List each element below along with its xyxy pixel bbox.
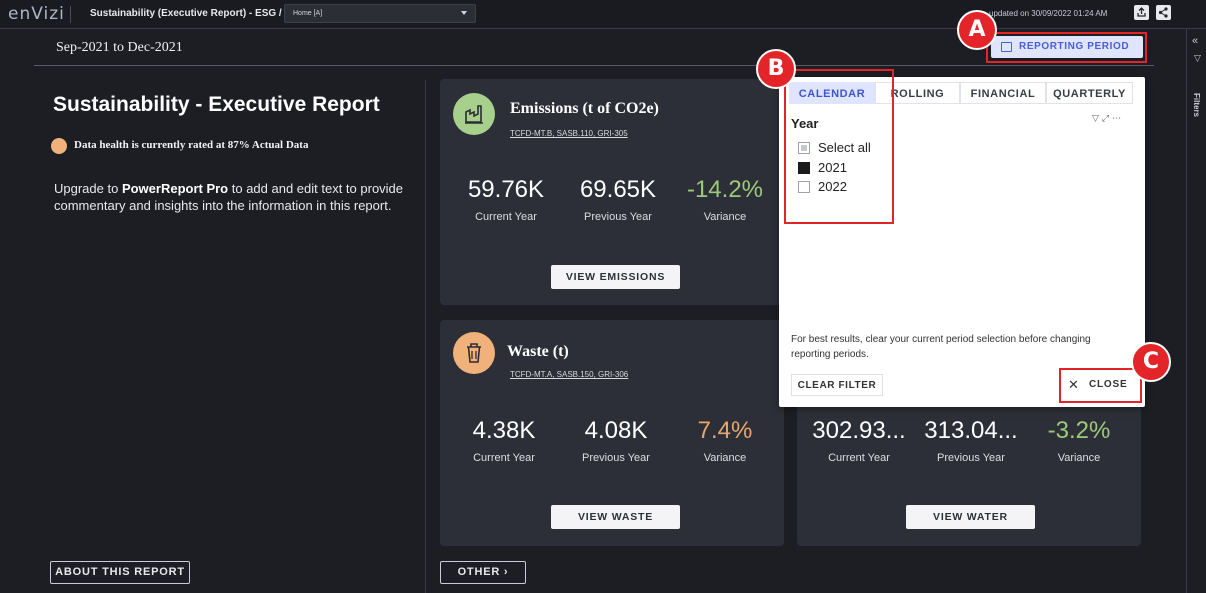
view-water-button[interactable]: VIEW WATER bbox=[906, 505, 1035, 529]
waste-variance: 7.4% bbox=[697, 417, 753, 444]
health-status-dot bbox=[51, 138, 67, 154]
export-icon[interactable] bbox=[1134, 5, 1149, 20]
collapse-icon[interactable]: « bbox=[1192, 35, 1198, 47]
emissions-title: Emissions (t of CO2e) bbox=[510, 100, 659, 117]
waste-standards[interactable]: TCFD-MT.A, SASB.150, GRI-306 bbox=[510, 370, 628, 379]
current-year-label: Current Year bbox=[473, 452, 535, 464]
filter-icon[interactable]: ▽ bbox=[1092, 113, 1102, 123]
visual-header-icons: ▽⤢⋯ bbox=[1092, 113, 1124, 124]
previous-year-label: Previous Year bbox=[584, 211, 652, 223]
water-previous: 313.04... bbox=[924, 417, 1018, 444]
annotation-marker-c: C bbox=[1131, 342, 1171, 382]
data-health-text: Data health is currently rated at 87% Ac… bbox=[74, 139, 309, 151]
period-range: Sep-2021 to Dec-2021 bbox=[56, 40, 183, 55]
view-emissions-button[interactable]: VIEW EMISSIONS bbox=[551, 265, 680, 289]
clear-filter-button[interactable]: CLEAR FILTER bbox=[791, 374, 883, 396]
filter-icon: ▽ bbox=[1194, 53, 1201, 63]
expand-icon[interactable]: ⤢ bbox=[1102, 113, 1112, 123]
emissions-current: 59.76K bbox=[467, 176, 545, 203]
previous-year-label: Previous Year bbox=[582, 452, 650, 464]
variance-label: Variance bbox=[1057, 452, 1101, 464]
annotation-marker-b: B bbox=[756, 49, 796, 89]
divider bbox=[425, 80, 426, 593]
top-bar: enVizi Sustainability (Executive Report)… bbox=[0, 0, 1206, 29]
filters-label: Filters bbox=[1192, 93, 1201, 118]
variance-label: Variance bbox=[703, 452, 747, 464]
period-hint-text: For best results, clear your current per… bbox=[791, 334, 1091, 360]
waste-card: Waste (t) TCFD-MT.A, SASB.150, GRI-306 4… bbox=[440, 320, 784, 546]
divider bbox=[34, 65, 1154, 66]
more-icon[interactable]: ⋯ bbox=[1112, 113, 1124, 123]
emissions-variance: -14.2% bbox=[686, 176, 764, 203]
trash-icon bbox=[453, 332, 495, 374]
filters-pane[interactable]: « ▽ Filters bbox=[1186, 29, 1206, 593]
emissions-standards[interactable]: TCFD-MT.B, SASB.110, GRI-305 bbox=[510, 129, 628, 138]
upgrade-text: Upgrade to PowerReport Pro to add and ed… bbox=[54, 181, 404, 213]
chevron-down-icon bbox=[461, 11, 467, 15]
page-select[interactable]: Home [A] bbox=[284, 4, 476, 23]
annotation-box-a bbox=[986, 32, 1147, 63]
divider bbox=[70, 6, 71, 23]
tab-financial[interactable]: FINANCIAL bbox=[960, 82, 1046, 104]
page-title: Sustainability - Executive Report bbox=[53, 93, 380, 116]
water-current: 302.93... bbox=[812, 417, 906, 444]
annotation-marker-a: A bbox=[957, 10, 997, 50]
envizi-logo[interactable]: enVizi bbox=[8, 4, 65, 24]
annotation-box-c bbox=[1059, 368, 1142, 403]
factory-icon bbox=[453, 93, 495, 135]
about-report-button[interactable]: ABOUT THIS REPORT bbox=[50, 561, 190, 584]
emissions-previous: 69.65K bbox=[579, 176, 657, 203]
powerreport-pro-link: PowerReport Pro bbox=[121, 181, 229, 196]
share-icon[interactable] bbox=[1156, 5, 1171, 20]
waste-current: 4.38K bbox=[472, 417, 536, 444]
previous-year-label: Previous Year bbox=[937, 452, 1005, 464]
variance-label: Variance bbox=[703, 211, 747, 223]
page-select-value: Home [A] bbox=[293, 10, 323, 17]
waste-title: Waste (t) bbox=[507, 343, 569, 360]
waste-previous: 4.08K bbox=[584, 417, 648, 444]
current-year-label: Current Year bbox=[475, 211, 537, 223]
annotation-box-b bbox=[784, 69, 894, 224]
breadcrumb[interactable]: Sustainability (Executive Report) - ESG … bbox=[90, 8, 282, 19]
water-variance: -3.2% bbox=[1047, 417, 1111, 444]
tab-quarterly[interactable]: QUARTERLY bbox=[1046, 82, 1133, 104]
emissions-card: Emissions (t of CO2e) TCFD-MT.B, SASB.11… bbox=[440, 79, 784, 305]
view-waste-button[interactable]: VIEW WASTE bbox=[551, 505, 680, 529]
other-button[interactable]: OTHER › bbox=[440, 561, 526, 584]
current-year-label: Current Year bbox=[828, 452, 890, 464]
last-updated-text: updated on 30/09/2022 01:24 AM bbox=[989, 9, 1108, 18]
